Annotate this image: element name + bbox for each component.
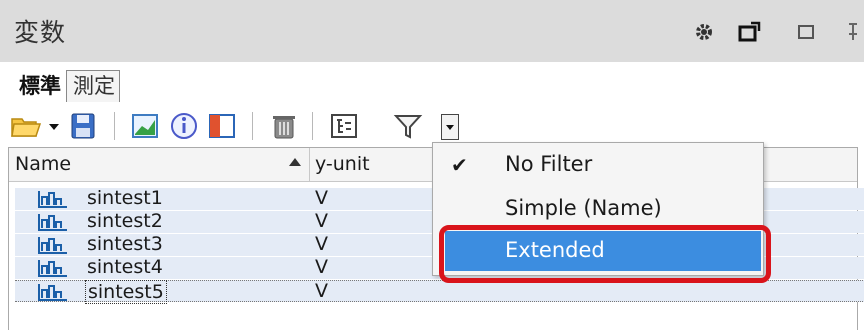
menu-item-simple-name[interactable]: Simple (Name): [433, 189, 763, 229]
signal-icon: [38, 191, 67, 208]
menu-item-label: Simple (Name): [505, 196, 662, 220]
column-divider[interactable]: [309, 148, 310, 182]
toolbar: [8, 108, 864, 144]
row-unit: V: [315, 210, 328, 232]
signal-icon: [38, 237, 67, 254]
checkmark-icon: ✔: [451, 153, 468, 177]
restore-icon[interactable]: [795, 20, 819, 44]
delete-icon[interactable]: [268, 110, 300, 142]
info-icon[interactable]: [168, 110, 200, 142]
column-header-name[interactable]: Name: [15, 153, 71, 175]
signal-icon: [38, 284, 67, 301]
table-row[interactable]: sintest5 V: [15, 280, 864, 304]
folder-open-icon[interactable]: [10, 110, 42, 142]
panel-icon[interactable]: [206, 110, 238, 142]
tree-icon[interactable]: [328, 110, 360, 142]
toolbar-separator: [114, 112, 115, 140]
tab-standard[interactable]: 標準: [12, 70, 66, 102]
row-name: sintest2: [87, 210, 163, 232]
column-header-y-unit[interactable]: y-unit: [315, 153, 370, 175]
row-unit: V: [315, 233, 328, 255]
maximize-icon[interactable]: [738, 20, 762, 44]
window-title: 変数: [14, 18, 67, 47]
row-name: sintest3: [87, 233, 163, 255]
filter-icon[interactable]: [392, 110, 424, 142]
settings-icon[interactable]: [692, 20, 716, 44]
toolbar-separator: [312, 112, 313, 140]
toolbar-separator: [252, 112, 253, 140]
signal-icon: [38, 260, 67, 277]
menu-item-label: No Filter: [505, 152, 593, 176]
signal-icon: [38, 214, 67, 231]
tab-strip: 標準 測定: [12, 68, 120, 102]
row-unit: V: [315, 280, 328, 302]
row-unit: V: [315, 187, 328, 209]
title-bar: 変数: [0, 0, 864, 62]
row-unit: V: [315, 256, 328, 278]
pin-icon[interactable]: [843, 20, 864, 44]
menu-item-no-filter[interactable]: ✔ No Filter: [433, 145, 763, 185]
row-name: sintest1: [87, 187, 163, 209]
chart-icon[interactable]: [130, 110, 162, 142]
row-name: sintest4: [87, 256, 163, 278]
tab-measurement[interactable]: 測定: [66, 70, 120, 102]
sort-ascending-icon: [289, 158, 301, 166]
filter-dropdown-icon[interactable]: [441, 114, 459, 140]
save-icon[interactable]: [68, 110, 100, 142]
highlight-callout: [439, 225, 771, 283]
row-name: sintest5: [85, 280, 167, 304]
dropdown-arrow-icon[interactable]: [46, 110, 62, 142]
